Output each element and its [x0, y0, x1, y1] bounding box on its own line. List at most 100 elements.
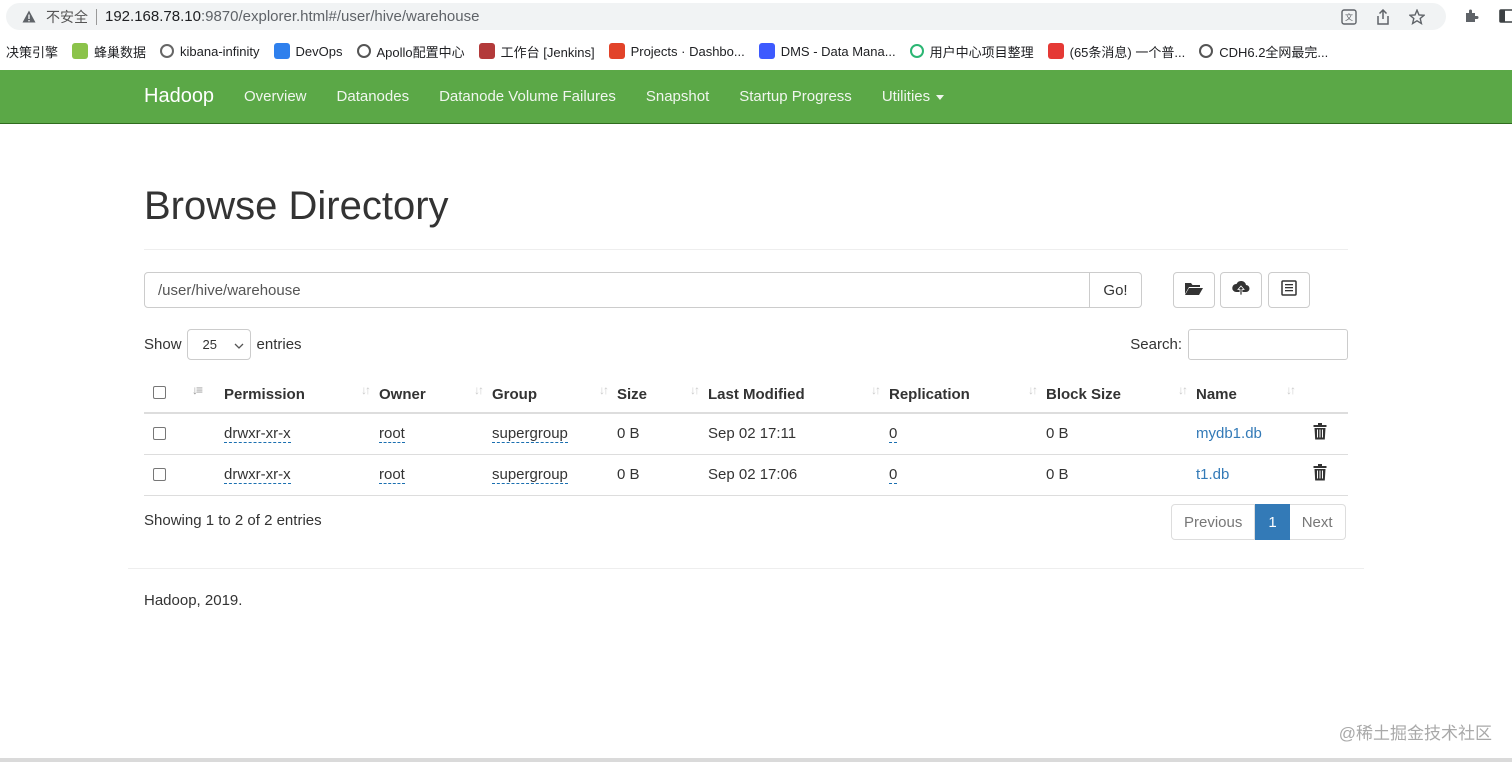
- table-row: drwxr-xr-x root supergroup 0 B Sep 02 17…: [144, 454, 1348, 496]
- upload-button[interactable]: [1220, 272, 1262, 308]
- file-table: ↓≡ Permission ↓↑ Owner ↓↑ Group ↓↑ Size ↓↑ L…: [144, 372, 1348, 496]
- security-label[interactable]: 不安全: [46, 7, 88, 27]
- size-cell: 0 B: [617, 413, 708, 455]
- select-all-checkbox[interactable]: [153, 385, 166, 399]
- translate-icon[interactable]: 文: [1340, 8, 1358, 26]
- permission-cell: drwxr-xr-x: [224, 454, 379, 496]
- permission-value[interactable]: drwxr-xr-x: [224, 466, 291, 484]
- bookmark-label: DMS - Data Mana...: [780, 43, 896, 59]
- group-value[interactable]: supergroup: [492, 466, 568, 484]
- sort-icon: ↓↑: [1028, 383, 1038, 397]
- page-button-current[interactable]: 1: [1255, 504, 1290, 540]
- cut-paste-button[interactable]: [1268, 272, 1310, 308]
- side-panel-icon[interactable]: [1498, 7, 1512, 25]
- column-block-size[interactable]: Block Size ↓↑: [1046, 372, 1196, 414]
- sort-icon: ↓↑: [871, 383, 881, 397]
- row-index-cell: [184, 413, 224, 455]
- watermark: @稀土掘金技术社区: [1338, 724, 1492, 743]
- row-select-cell: [144, 454, 184, 496]
- group-cell: supergroup: [492, 413, 617, 455]
- directory-link[interactable]: mydb1.db: [1196, 425, 1262, 442]
- cloud-upload-icon: [1232, 280, 1250, 301]
- bookmark-item[interactable]: 工作台 [Jenkins]: [473, 37, 603, 65]
- go-button[interactable]: Go!: [1090, 272, 1142, 308]
- owner-cell: root: [379, 413, 492, 455]
- bookmark-star-icon[interactable]: [1408, 8, 1426, 26]
- column-group[interactable]: Group ↓↑: [492, 372, 617, 414]
- nav-items: Overview Datanodes Datanode Volume Failu…: [229, 70, 959, 124]
- column-replication[interactable]: Replication ↓↑: [889, 372, 1046, 414]
- column-size[interactable]: Size ↓↑: [617, 372, 708, 414]
- row-checkbox[interactable]: [153, 427, 166, 441]
- bookmark-item[interactable]: 决策引擎: [0, 37, 66, 65]
- sort-amount-icon: ↓≡: [192, 383, 203, 397]
- nav-item-datanodes[interactable]: Datanodes: [322, 70, 425, 124]
- warning-icon[interactable]: [22, 10, 36, 24]
- navbar-brand[interactable]: Hadoop: [144, 85, 214, 108]
- page-length-select[interactable]: 25: [186, 329, 251, 360]
- bookmark-item[interactable]: 用户中心项目整理: [904, 37, 1042, 65]
- group-value[interactable]: supergroup: [492, 425, 568, 444]
- table-row: drwxr-xr-x root supergroup 0 B Sep 02 17…: [144, 413, 1348, 455]
- trash-icon[interactable]: [1313, 423, 1329, 441]
- bookmark-item[interactable]: CDH6.2全网最完...: [1193, 37, 1336, 65]
- trash-icon[interactable]: [1313, 464, 1329, 482]
- extensions-icon[interactable]: [1462, 7, 1480, 25]
- sort-icon: ↓↑: [1178, 383, 1188, 397]
- actions-cell: [1304, 454, 1348, 496]
- nav-item-startup-progress[interactable]: Startup Progress: [724, 70, 867, 124]
- directory-path-input[interactable]: /user/hive/warehouse: [144, 272, 1091, 308]
- create-directory-button[interactable]: [1173, 272, 1215, 308]
- bookmark-item[interactable]: DMS - Data Mana...: [753, 37, 904, 65]
- sort-header-index[interactable]: ↓≡: [184, 372, 224, 414]
- nav-item-overview[interactable]: Overview: [229, 70, 322, 124]
- sort-icon: ↓↑: [599, 383, 609, 397]
- bookmark-item[interactable]: (65条消息) 一个普...: [1042, 37, 1194, 65]
- nav-item-datanode-volume-failures[interactable]: Datanode Volume Failures: [424, 70, 631, 124]
- select-all-header: [144, 372, 184, 414]
- list-alt-icon: [1281, 279, 1297, 301]
- column-label: Group: [492, 385, 537, 403]
- directory-link[interactable]: t1.db: [1196, 466, 1229, 483]
- row-checkbox[interactable]: [153, 468, 166, 481]
- bookmark-item[interactable]: Projects · Dashbo...: [603, 37, 753, 65]
- chevron-down-icon: [234, 339, 244, 354]
- column-permission[interactable]: Permission ↓↑: [224, 372, 379, 414]
- column-label: Permission: [224, 385, 305, 403]
- modified-cell: Sep 02 17:06: [708, 454, 889, 496]
- owner-value[interactable]: root: [379, 425, 405, 444]
- caret-down-icon: [936, 94, 945, 100]
- column-owner[interactable]: Owner ↓↑: [379, 372, 492, 414]
- permission-value[interactable]: drwxr-xr-x: [224, 425, 291, 444]
- nav-item-utilities[interactable]: Utilities: [867, 70, 959, 124]
- actions-cell: [1304, 413, 1348, 455]
- entries-label: entries: [256, 336, 302, 353]
- row-index-cell: [184, 454, 224, 496]
- replication-value[interactable]: 0: [889, 466, 898, 484]
- book-icon: [1199, 44, 1214, 58]
- title-divider: [144, 249, 1348, 250]
- nav-item-snapshot[interactable]: Snapshot: [631, 70, 724, 124]
- url-text[interactable]: 192.168.78.10:9870/explorer.html#/user/h…: [105, 8, 479, 25]
- share-icon[interactable]: [1374, 8, 1392, 26]
- show-label: Show: [144, 336, 182, 353]
- leaf-icon: [72, 43, 89, 59]
- owner-value[interactable]: root: [379, 466, 405, 484]
- bookmark-item[interactable]: kibana-infinity: [154, 37, 268, 65]
- search-input[interactable]: [1188, 329, 1348, 360]
- csdn-icon: [1047, 43, 1064, 59]
- jenkins-icon: [478, 43, 495, 59]
- column-name[interactable]: Name ↓↑: [1196, 372, 1304, 414]
- page-title: Browse Directory: [144, 184, 449, 228]
- bookmark-item[interactable]: 蜂巢数据: [66, 37, 154, 65]
- page-length-value: 25: [202, 337, 217, 352]
- owner-cell: root: [379, 454, 492, 496]
- previous-page-button[interactable]: Previous: [1171, 504, 1256, 540]
- next-page-button[interactable]: Next: [1289, 504, 1346, 540]
- replication-cell: 0: [889, 413, 1046, 455]
- bookmark-item[interactable]: DevOps: [268, 37, 351, 65]
- bookmark-item[interactable]: Apollo配置中心: [351, 37, 473, 65]
- address-bar[interactable]: 不安全 192.168.78.10:9870/explorer.html#/us…: [6, 3, 1446, 30]
- column-last-modified[interactable]: Last Modified ↓↑: [708, 372, 889, 414]
- replication-value[interactable]: 0: [889, 425, 898, 444]
